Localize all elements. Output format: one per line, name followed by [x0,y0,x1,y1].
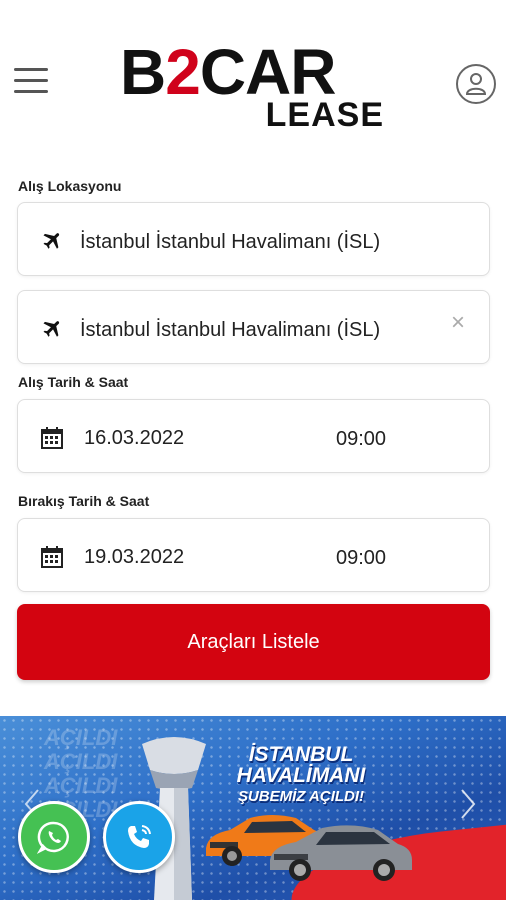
whatsapp-button[interactable] [18,801,90,873]
return-datetime-field[interactable]: 19.03.2022 09:00 [17,518,490,592]
return-datetime-label: Bırakış Tarih & Saat [18,493,150,509]
phone-icon [128,825,151,848]
dropoff-location-value: İstanbul İstanbul Havalimanı (İSL) [80,319,381,341]
call-button[interactable] [103,801,175,873]
list-cars-button[interactable]: Araçları Listele [17,604,490,680]
whatsapp-icon [37,821,69,854]
calendar-icon [40,545,64,569]
grey-car-illustration [270,825,412,881]
pickup-time-value[interactable]: 09:00 [336,428,386,451]
pickup-datetime-label: Alış Tarih & Saat [18,374,129,390]
brand-logo[interactable]: B2CAR LEASE [120,40,390,132]
dropoff-location-field[interactable]: İstanbul İstanbul Havalimanı (İSL) × [17,290,490,364]
pickup-datetime-field[interactable]: 16.03.2022 09:00 [17,399,490,473]
chevron-right-icon[interactable] [460,788,476,820]
user-account-icon[interactable] [456,64,496,104]
pickup-date-value[interactable]: 16.03.2022 [84,427,184,450]
plane-icon [40,317,64,341]
pickup-location-field[interactable]: İstanbul İstanbul Havalimanı (İSL) [17,202,490,276]
banner-title: İSTANBUL HAVALİMANI ŞUBEMİZ AÇILDI! [236,743,366,805]
pickup-location-value: İstanbul İstanbul Havalimanı (İSL) [80,231,381,253]
clear-location-icon[interactable]: × [451,309,465,337]
app-header: B2CAR LEASE [0,0,506,150]
return-date-value[interactable]: 19.03.2022 [84,546,184,569]
return-time-value[interactable]: 09:00 [336,547,386,570]
hamburger-menu-icon[interactable] [14,68,48,98]
plane-icon [40,229,64,253]
calendar-icon [40,426,64,450]
logo-sub-text: LEASE [265,96,384,134]
pickup-location-label: Alış Lokasyonu [18,178,122,194]
logo-main-text: B2CAR [120,36,336,108]
